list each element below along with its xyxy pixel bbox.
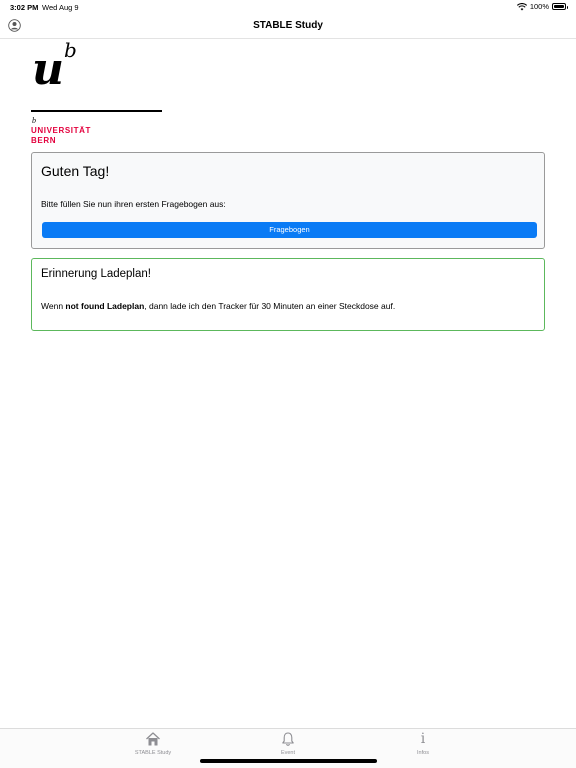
navigation-bar: STABLE Study xyxy=(0,14,576,39)
logo-rule xyxy=(31,110,162,112)
tab-stable-study[interactable]: STABLE Study xyxy=(113,731,193,761)
battery-fill xyxy=(554,5,564,8)
status-bar: 3:02 PM Wed Aug 9 100% xyxy=(0,0,576,14)
status-time: 3:02 PM xyxy=(10,3,39,12)
reminder-text-before: Wenn xyxy=(41,301,66,311)
reminder-card: Erinnerung Ladeplan! Wenn not found Lade… xyxy=(31,258,545,331)
logo-wordmark: UNIVERSITÄT BERN xyxy=(31,126,91,146)
tab-label-stable-study: STABLE Study xyxy=(134,750,172,756)
tab-label-infos: Infos xyxy=(417,750,429,756)
bell-icon xyxy=(282,732,294,746)
reminder-plan-name: not found Ladeplan xyxy=(65,301,145,311)
logo-small-b: b xyxy=(32,116,36,125)
logo-line-1: UNIVERSITÄT xyxy=(31,126,91,135)
logo-line-2: BERN xyxy=(31,136,57,145)
reminder-title: Erinnerung Ladeplan! xyxy=(41,268,151,280)
reminder-text: Wenn not found Ladeplan, dann lade ich d… xyxy=(41,301,395,311)
questionnaire-button[interactable]: Fragebogen xyxy=(42,222,537,238)
battery-icon xyxy=(552,3,568,10)
home-icon xyxy=(146,732,160,746)
logo-mark-b: b xyxy=(64,38,77,62)
logo-mark-u: u xyxy=(32,44,64,95)
info-icon: i xyxy=(420,731,426,747)
status-date: Wed Aug 9 xyxy=(42,3,79,12)
tab-label-event: Event xyxy=(280,750,296,756)
page-title: STABLE Study xyxy=(253,20,323,31)
home-indicator xyxy=(200,759,377,763)
welcome-title: Guten Tag! xyxy=(41,163,110,179)
welcome-text: Bitte füllen Sie nun ihren ersten Frageb… xyxy=(41,199,226,209)
wifi-icon xyxy=(516,2,527,10)
welcome-card: Guten Tag! Bitte füllen Sie nun ihren er… xyxy=(31,152,545,249)
tab-event[interactable]: Event xyxy=(248,731,328,761)
university-logo: u b b UNIVERSITÄT BERN xyxy=(31,38,166,146)
reminder-text-after: , dann lade ich den Tracker für 30 Minut… xyxy=(144,301,396,311)
battery-percent: 100% xyxy=(529,2,549,11)
tab-infos[interactable]: i Infos xyxy=(383,731,463,761)
status-indicators: 100% xyxy=(516,2,568,11)
